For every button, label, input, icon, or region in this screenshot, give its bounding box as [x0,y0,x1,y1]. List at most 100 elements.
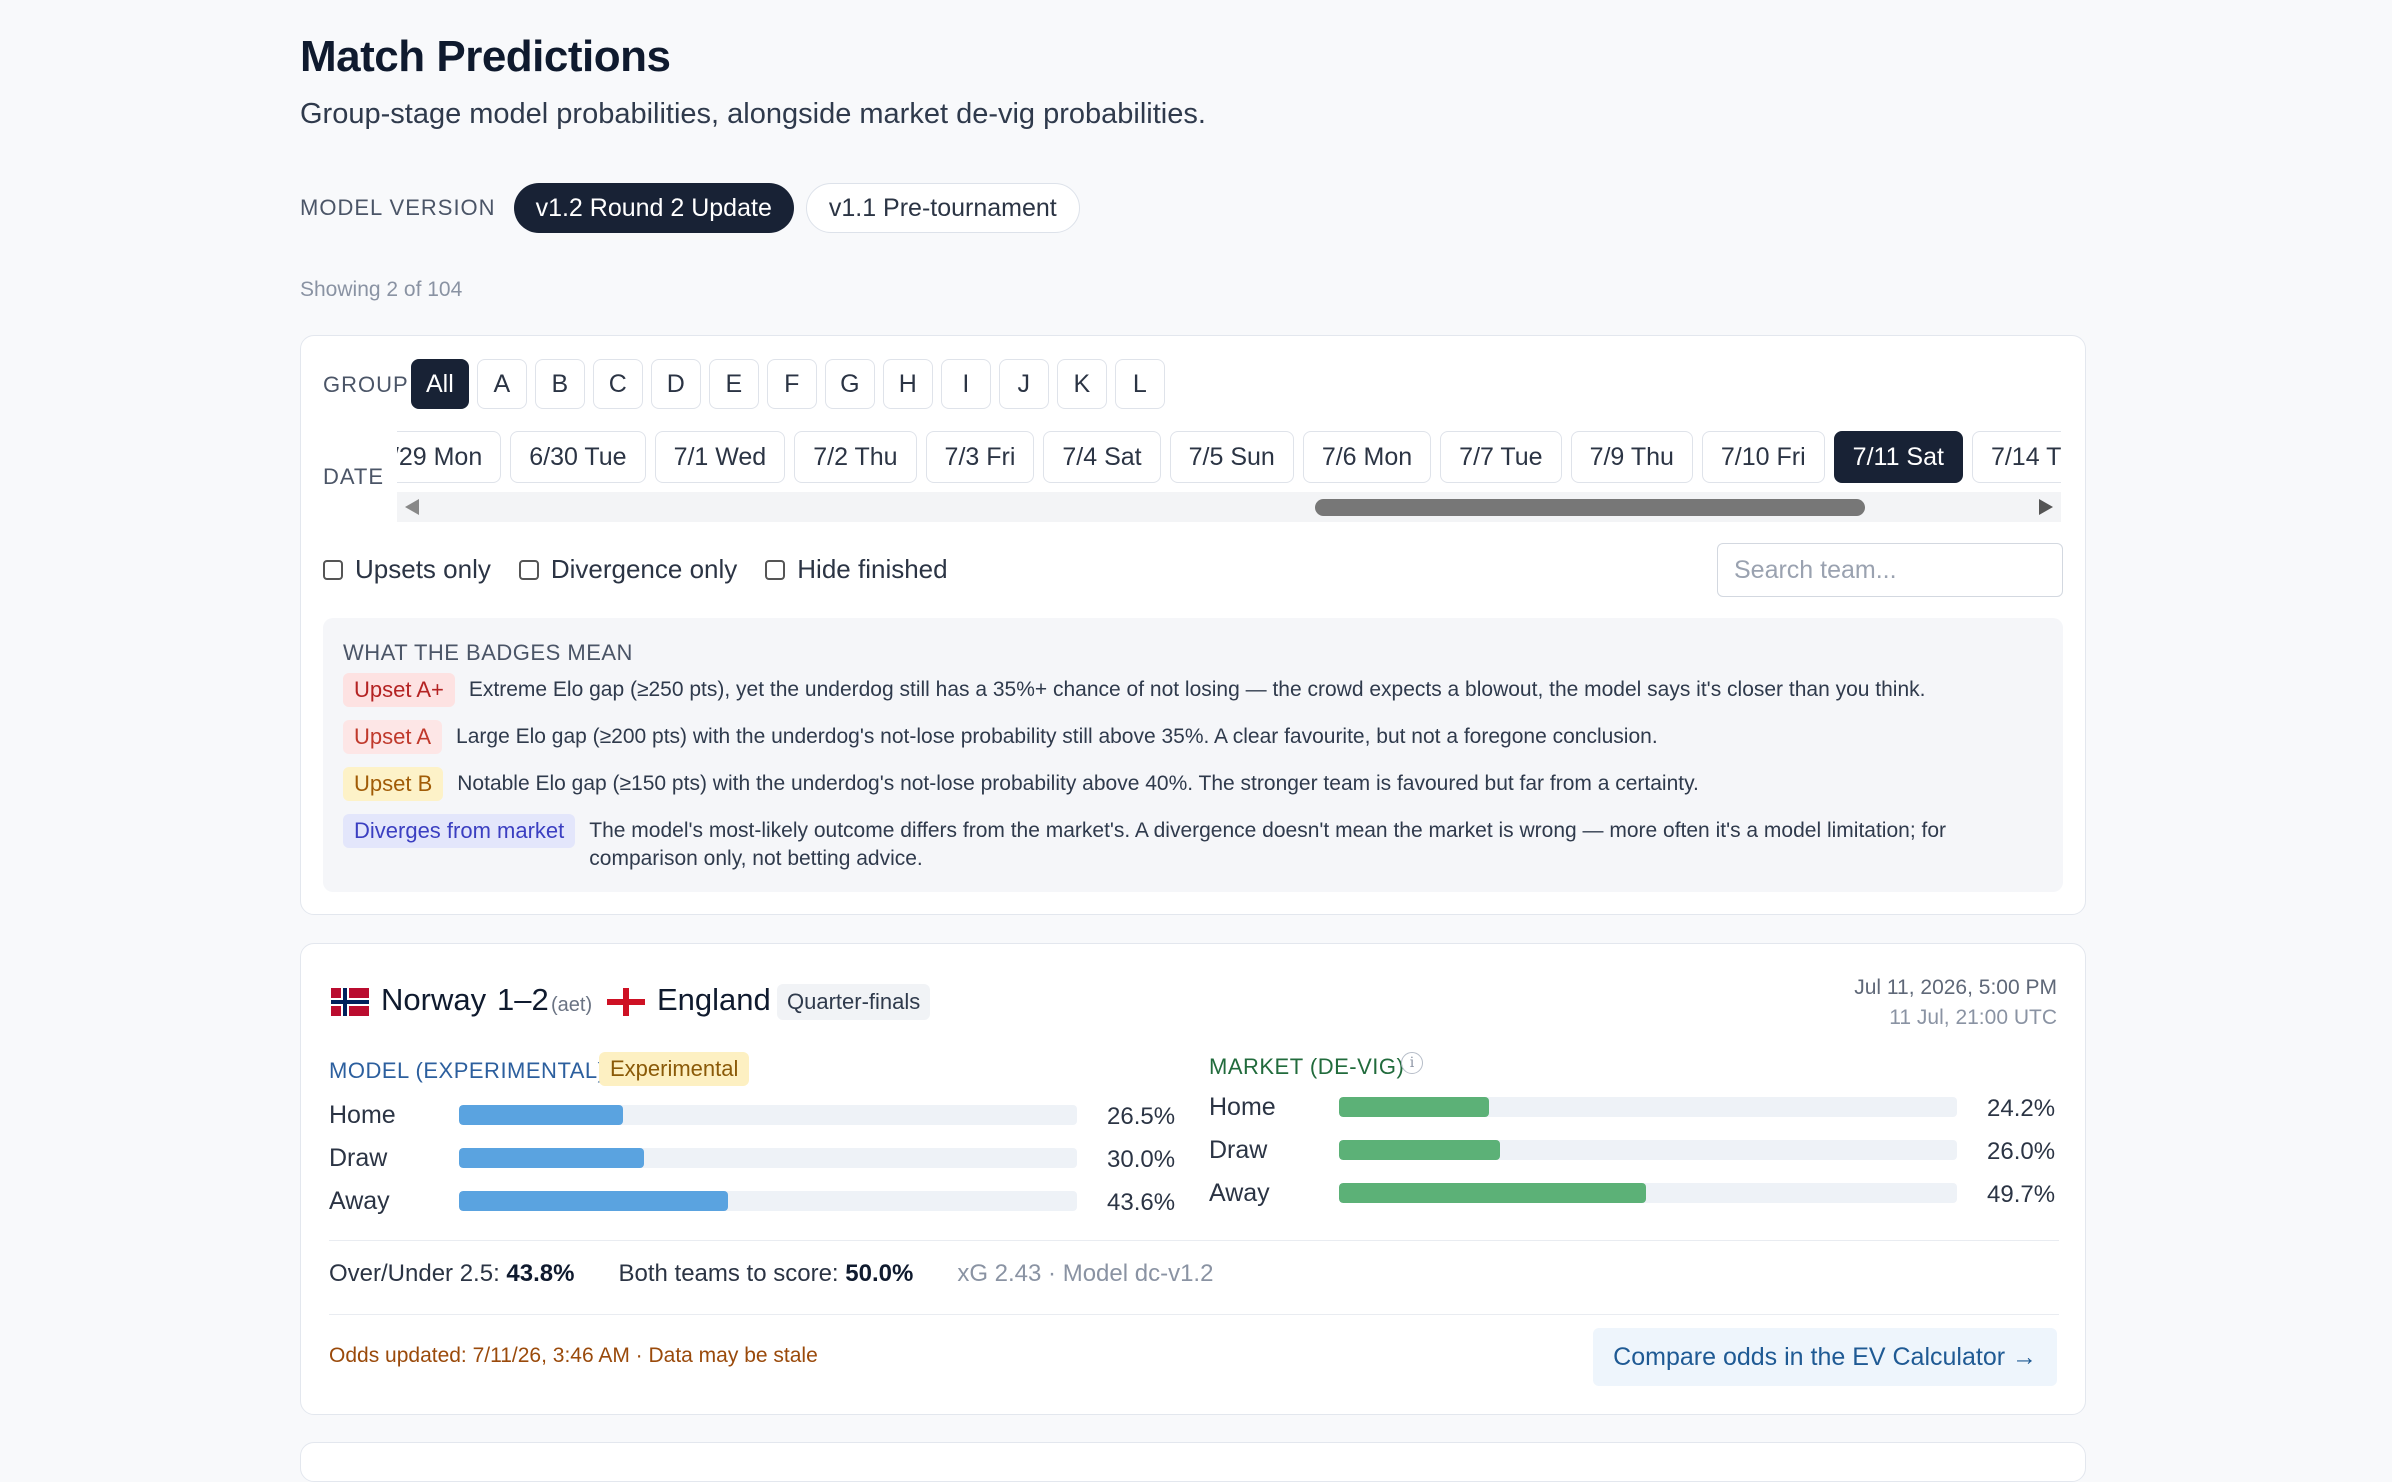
stage-badge: Quarter-finals [777,984,931,1020]
results-count: Showing 2 of 104 [300,278,463,301]
group-chip-e[interactable]: E [708,359,759,409]
legend-row-upset-a-plus: Upset A+ Extreme Elo gap (≥250 pts), yet… [343,673,1925,707]
group-chip-g[interactable]: G [824,359,875,409]
search-team-input[interactable] [1717,543,2063,597]
group-chip-f[interactable]: F [766,359,817,409]
odds-updated-note: Odds updated: 7/11/26, 3:46 AM · Data ma… [329,1344,818,1367]
badge-legend: WHAT THE BADGES MEAN Upset A+ Extreme El… [323,618,2063,892]
upsets-only-checkbox[interactable]: Upsets only [323,554,491,585]
legend-text: Notable Elo gap (≥150 pts) with the unde… [457,772,1699,795]
outcome-label: Away [1209,1179,1270,1207]
date-chip[interactable]: 7/9 Thu [1570,431,1693,483]
probability-bar-fill [459,1191,729,1211]
group-chip-h[interactable]: H [882,359,933,409]
checkbox-box[interactable] [518,559,539,580]
date-chip[interactable]: 7/14 Tue [1971,431,2061,483]
scroll-left-arrow-icon[interactable] [405,499,419,515]
page-title: Match Predictions [300,32,671,81]
probability-value: 49.7% [1987,1181,2056,1208]
scroll-right-arrow-icon[interactable] [2039,499,2053,515]
checkbox-box[interactable] [323,559,343,580]
group-chip-i[interactable]: I [940,359,991,409]
divider [329,1314,2059,1315]
date-chip[interactable]: 7/6 Mon [1302,431,1432,483]
probability-bar-fill [459,1105,623,1125]
checkbox-box[interactable] [765,559,786,580]
model-version-v1-1[interactable]: v1.1 Pre-tournament [805,183,1080,233]
divergence-only-checkbox[interactable]: Divergence only [518,554,738,585]
model-version-label: MODEL VERSION [300,195,496,220]
upset-b-badge: Upset B [343,767,444,801]
date-chip[interactable]: 7/1 Wed [654,431,786,483]
probability-bar-track [459,1191,1077,1211]
probability-bar-track [1339,1140,1957,1160]
date-chip[interactable]: 6/30 Tue [510,431,646,483]
probability-bar-fill [459,1148,645,1168]
date-chip[interactable]: 7/5 Sun [1169,431,1294,483]
date-chip[interactable]: 7/3 Fri [925,431,1035,483]
probability-bar-fill [1339,1183,1647,1203]
scrollbar-thumb[interactable] [1315,499,1865,516]
match-score: 1–2 [497,982,549,1017]
model-version-selector: MODEL VERSION v1.2 Round 2 Update v1.1 P… [300,182,1080,234]
filters-panel: GROUP AllABCDEFGHIJKL DATE 6/29 Mon6/30 … [300,335,2086,915]
checkbox-label: Upsets only [355,554,491,584]
group-chip-d[interactable]: D [650,359,701,409]
upset-a-badge: Upset A [343,720,443,754]
date-chip[interactable]: 7/4 Sat [1043,431,1161,483]
probability-bar-track [459,1105,1077,1125]
checkbox-label: Divergence only [550,554,738,584]
divider [329,1240,2059,1241]
ev-calculator-button[interactable]: Compare odds in the EV Calculator → [1593,1328,2057,1386]
group-chip-l[interactable]: L [1114,359,1165,409]
outcome-label: Draw [329,1144,388,1172]
date-filter-label: DATE [323,464,385,489]
upset-a-plus-badge: Upset A+ [343,673,455,707]
date-scrollbar[interactable] [397,492,2061,522]
model-section-label: MODEL (EXPERIMENTAL) [329,1058,606,1083]
away-team: England [657,982,771,1017]
legend-text: Extreme Elo gap (≥250 pts), yet the unde… [468,678,1926,701]
date-chip[interactable]: 7/7 Tue [1440,431,1562,483]
probability-bar-fill [1339,1097,1489,1117]
kickoff-local: Jul 11, 2026, 5:00 PM [1854,976,2057,999]
norway-flag-icon [331,988,369,1016]
over-under-stat: Over/Under 2.5: 43.8% [329,1260,575,1287]
market-section-label: MARKET (DE-VIG) [1209,1054,1405,1079]
probability-value: 26.0% [1987,1138,2056,1165]
group-filter-label: GROUP [323,372,409,397]
home-team: Norway [381,982,487,1017]
legend-text: The model's most-likely outcome differs … [589,819,1946,870]
date-chip[interactable]: 7/10 Fri [1701,431,1825,483]
legend-row-diverges: Diverges from market The model's most-li… [343,814,2033,873]
group-chip-k[interactable]: K [1056,359,1107,409]
btts-stat: Both teams to score: 50.0% [618,1260,914,1287]
probability-bar-track [1339,1183,1957,1203]
legend-row-upset-a: Upset A Large Elo gap (≥200 pts) with th… [343,720,1658,754]
match-stats: Over/Under 2.5: 43.8% Both teams to scor… [329,1260,1213,1288]
checkbox-label: Hide finished [797,554,948,584]
next-match-card [300,1442,2086,1482]
model-version-v1-2[interactable]: v1.2 Round 2 Update [513,183,794,233]
legend-row-upset-b: Upset B Notable Elo gap (≥150 pts) with … [343,767,1699,801]
probability-value: 30.0% [1107,1146,1176,1173]
aet-note: (aet) [551,994,593,1016]
group-chip-b[interactable]: B [534,359,585,409]
info-icon[interactable]: i [1401,1052,1423,1074]
date-chip[interactable]: 6/29 Mon [397,431,502,483]
toggle-filters: Upsets only Divergence only Hide finishe… [323,554,948,585]
group-chip-j[interactable]: J [998,359,1049,409]
outcome-label: Home [329,1101,396,1129]
legend-title: WHAT THE BADGES MEAN [343,640,633,665]
group-chip-c[interactable]: C [592,359,643,409]
experimental-badge: Experimental [599,1052,750,1086]
diverges-badge: Diverges from market [343,814,576,848]
probability-bar-track [459,1148,1077,1168]
group-chip-all[interactable]: All [411,359,469,409]
hide-finished-checkbox[interactable]: Hide finished [765,554,948,585]
date-chip[interactable]: 7/2 Thu [794,431,917,483]
date-chip[interactable]: 7/11 Sat [1833,431,1963,483]
probability-bar-track [1339,1097,1957,1117]
group-chip-a[interactable]: A [476,359,527,409]
xg-model-info: xG 2.43 · Model dc-v1.2 [957,1260,1214,1287]
